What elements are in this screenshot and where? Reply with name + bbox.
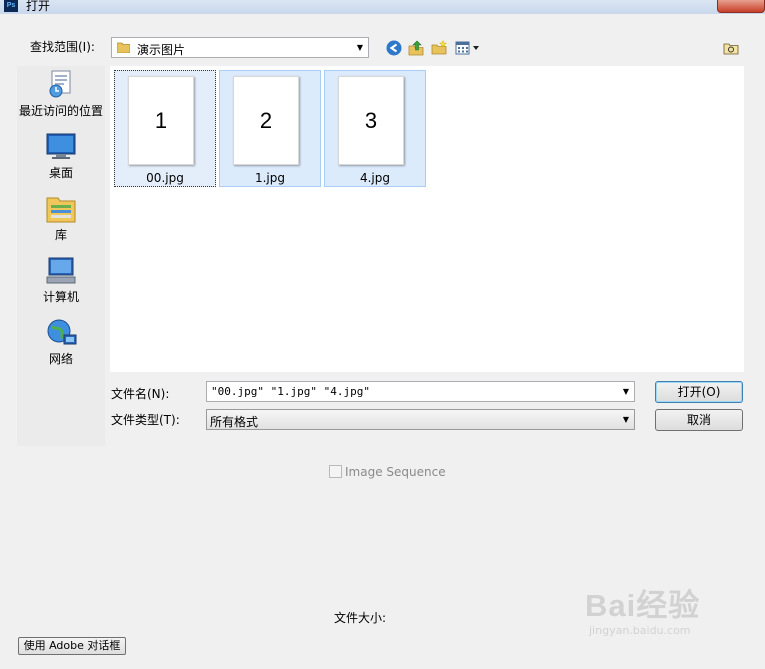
chevron-down-icon[interactable]: ▼ <box>623 387 629 396</box>
libraries-icon <box>46 197 76 223</box>
file-item[interactable]: 1 00.jpg <box>114 70 216 187</box>
window-title: 打开 <box>26 0 51 13</box>
folder-icon <box>117 42 130 53</box>
desktop-icon <box>46 133 76 159</box>
place-label: 最近访问的位置 <box>18 104 103 118</box>
bridge-folder-icon[interactable] <box>723 40 739 56</box>
file-thumbnail: 3 <box>338 76 404 165</box>
title-bar: Ps 打开 <box>0 0 765 14</box>
image-sequence-checkbox[interactable] <box>329 465 342 478</box>
file-name-label: 文件名(N): <box>111 387 170 401</box>
place-label: 库 <box>54 228 67 242</box>
computer-icon <box>46 257 76 284</box>
cancel-button[interactable]: 取消 <box>655 409 743 431</box>
file-list[interactable]: 1 00.jpg 2 1.jpg 3 4.jpg <box>110 66 744 372</box>
photoshop-app-icon: Ps <box>4 0 18 12</box>
watermark-url: jingyan.baidu.com <box>589 624 691 637</box>
places-bar: 最近访问的位置 桌面 库 计算机 网络 <box>17 66 105 446</box>
chevron-down-icon: ▼ <box>356 43 363 52</box>
place-libraries[interactable]: 库 <box>17 194 105 243</box>
file-type-dropdown[interactable]: 所有格式 ▼ <box>206 409 635 430</box>
recent-places-icon <box>49 70 71 98</box>
place-computer[interactable]: 计算机 <box>17 256 105 305</box>
place-label: 计算机 <box>42 290 79 304</box>
baidu-jingyan-watermark: Bai经验 jingyan.baidu.com <box>585 580 701 637</box>
file-size-label: 文件大小: <box>334 611 387 625</box>
file-type-label: 文件类型(T): <box>111 413 180 427</box>
image-sequence-label: Image Sequence <box>345 465 446 479</box>
place-desktop[interactable]: 桌面 <box>17 132 105 181</box>
look-in-value: 演示图片 <box>137 43 186 57</box>
back-icon[interactable] <box>386 40 402 56</box>
file-item[interactable]: 2 1.jpg <box>219 70 321 187</box>
watermark-logo: Bai经验 <box>585 588 701 623</box>
file-name: 1.jpg <box>254 171 286 185</box>
file-name: 00.jpg <box>146 171 184 185</box>
look-in-dropdown[interactable]: 演示图片 ▼ <box>111 37 369 58</box>
use-adobe-dialog-button[interactable]: 使用 Adobe 对话框 <box>18 637 126 655</box>
image-sequence-option[interactable]: Image Sequence <box>329 465 446 479</box>
look-in-label: 查找范围(I): <box>30 40 95 54</box>
network-icon <box>47 319 77 345</box>
view-menu-icon[interactable] <box>455 40 481 56</box>
close-window-button[interactable] <box>717 0 765 13</box>
file-thumbnail: 1 <box>128 76 194 165</box>
file-thumbnail: 2 <box>233 76 299 165</box>
open-button[interactable]: 打开(O) <box>655 381 743 403</box>
file-name: 4.jpg <box>359 171 391 185</box>
new-folder-icon[interactable] <box>431 40 447 56</box>
up-folder-icon[interactable] <box>408 40 424 56</box>
place-recent[interactable]: 最近访问的位置 <box>17 70 105 119</box>
file-item[interactable]: 3 4.jpg <box>324 70 426 187</box>
file-type-value: 所有格式 <box>210 415 259 429</box>
file-name-input[interactable] <box>207 382 616 401</box>
place-label: 桌面 <box>48 166 73 180</box>
place-network[interactable]: 网络 <box>17 318 105 367</box>
chevron-down-icon: ▼ <box>622 415 629 424</box>
place-label: 网络 <box>48 352 73 366</box>
file-name-field[interactable]: ▼ <box>206 381 635 402</box>
